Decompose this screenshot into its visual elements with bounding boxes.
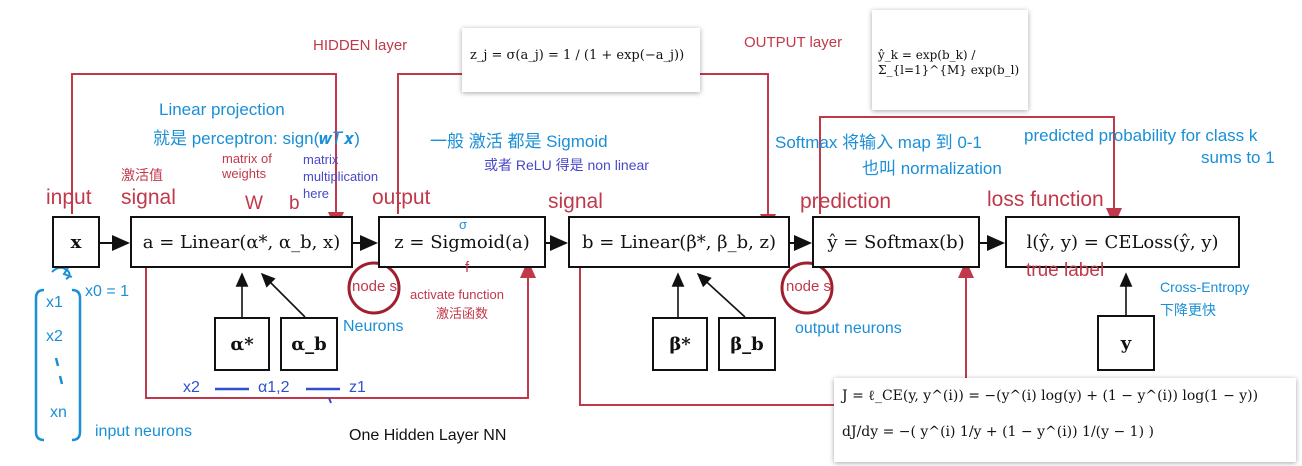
softmax-text: ŷ = Softmax(b) [827,231,965,253]
sigmoid-general-label: 一般 激活 都是 Sigmoid [430,132,608,151]
cross-entropy-formula: J = ℓ_CE(y, y^(i)) = −(y^(i) log(y) + (1… [842,388,1259,404]
label-prediction: prediction [800,190,892,213]
arrow-alpha-b [260,272,306,318]
y-box: y [1097,315,1155,371]
derivative-formula: dJ/dy = −( y^(i) 1/y + (1 − y^(i)) 1/(y … [842,424,1154,440]
node-label-hidden: node s [352,278,398,295]
W-label: W [245,193,263,214]
loss-formula-card: J = ℓ_CE(y, y^(i)) = −(y^(i) log(y) + (1… [834,378,1296,462]
label-input: input [46,186,92,209]
loss-text: l(ŷ, y) = CELoss(ŷ, y) [1026,231,1219,253]
input-bracket-left [34,288,45,442]
flow-to-linear-b [700,73,776,232]
x1-note: x1 [46,294,63,311]
cross-entropy-label: Cross-Entropy [1160,279,1250,295]
normalization-label: 也叫 normalization [862,159,1002,178]
alpha12-note: α1,2 [258,379,290,396]
alpha-star-text: α* [230,333,254,355]
linear-b-text: b = Linear(β*, β_b, z) [581,231,777,253]
predicted-probability-label: predicted probability for class k [1024,126,1258,145]
arrow-beta-b [696,272,746,318]
softmax-box: ŷ = Softmax(b) [812,216,980,268]
label-loss-function: loss function [987,188,1104,211]
matrix-multiplication-label: matrix multiplication here [303,152,379,201]
z1-note: z1 [349,379,366,396]
label-signal-2: signal [548,190,603,213]
sums-to-1-label: sums to 1 [1201,148,1275,167]
activate-function-cn-label: 激活函数 [436,306,489,321]
input-bracket-right [71,288,82,442]
alpha-b-box: α_b [280,317,338,371]
output-neurons-label: output neurons [795,320,902,337]
perceptron-label: 就是 perceptron: sign(𝒘𝑇𝒙) [153,129,360,148]
sigmoid-formula: z_j = σ(a_j) = 1 / (1 + exp(−a_j)) [470,48,685,63]
activate-function-label: activate function [410,287,504,302]
beta-b-box: β_b [718,317,776,371]
softmax-formula-card: ŷ_k = exp(b_k) / Σ_{l=1}^{M} exp(b_l) [872,10,1028,110]
true-label-label: true label [1026,260,1105,281]
input-x-box: x [52,216,100,268]
sigma-label: σ [459,217,468,232]
input-ellipsis-mark [54,357,64,385]
input-x-text: x [70,231,82,253]
softmax-formula: ŷ_k = exp(b_k) / Σ_{l=1}^{M} exp(b_l) [878,48,1020,77]
bottom-x2-note: x2 [183,379,200,396]
xn-note: xn [50,404,67,421]
label-signal-1: signal [121,186,176,209]
alpha-b-text: α_b [291,333,327,355]
x2-note: x2 [46,328,63,345]
y-text: y [1120,332,1132,354]
diagram-title: One Hidden Layer NN [349,427,507,444]
linear-a-text: a = Linear(α*, α_b, x) [142,231,341,253]
beta-b-text: β_b [730,333,764,355]
sigmoid-formula-card: z_j = σ(a_j) = 1 / (1 + exp(−a_j)) [462,28,700,92]
softmax-note-label: Softmax 将输入 map 到 0-1 [775,133,982,152]
x0-note: x0 = 1 [85,283,130,300]
node-label-output: node s [786,278,832,295]
linear-projection-label: Linear projection [159,100,285,119]
alpha-star-box: α* [214,317,270,371]
b-label: b [289,193,300,214]
matrix-of-weights-label: matrix of weights [222,151,272,181]
relu-label: 或者 ReLU 得是 non linear [484,157,649,173]
cross-entropy-cn-label: 下降更快 [1160,302,1216,318]
input-neurons-note: input neurons [95,423,192,440]
sigmoid-text: z = Sigmoid(a) [394,231,530,253]
neurons-label: Neurons [343,318,404,335]
activation-value-label: 激活值 [121,167,163,183]
linear-b-box: b = Linear(β*, β_b, z) [568,216,790,268]
beta-star-box: β* [652,317,708,371]
linear-a-box: a = Linear(α*, α_b, x) [130,216,353,268]
f-label: f [465,259,470,276]
beta-star-text: β* [669,333,691,355]
hidden-layer-label: HIDDEN layer [313,37,408,54]
output-layer-label: OUTPUT layer [744,34,843,51]
